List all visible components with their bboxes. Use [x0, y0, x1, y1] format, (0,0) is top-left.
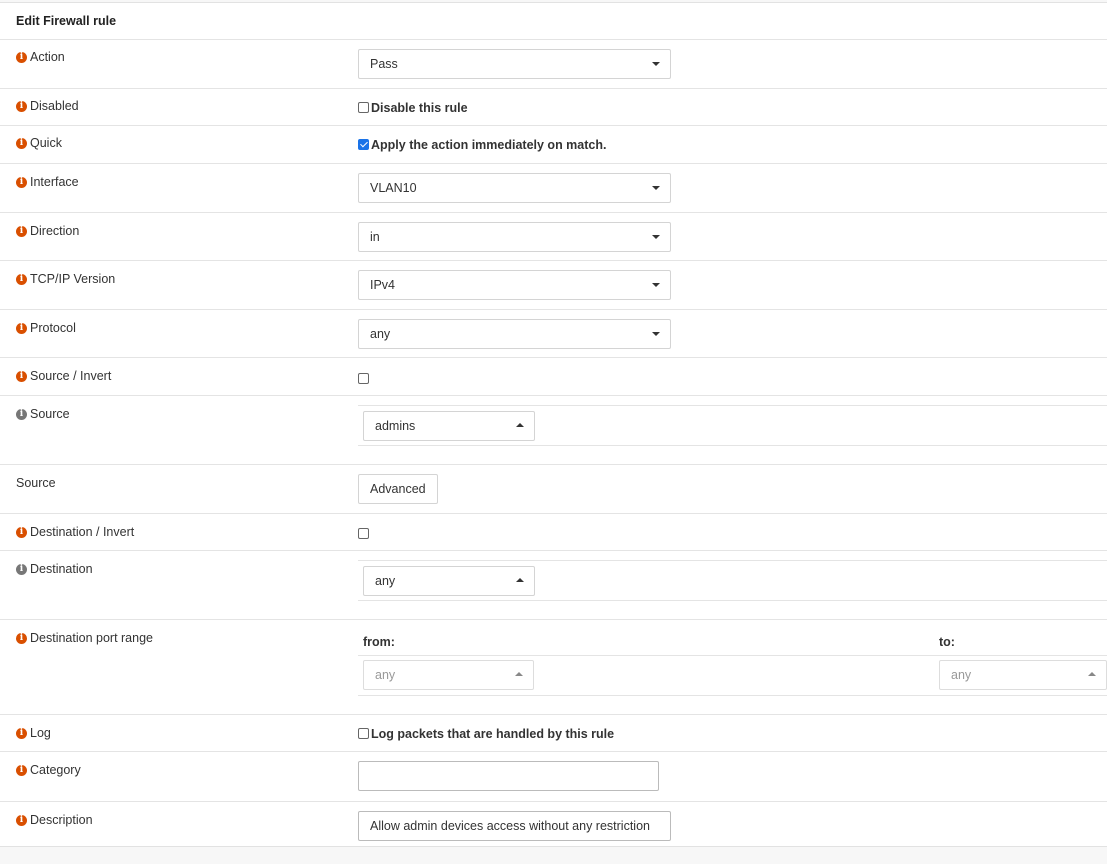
source-invert-checkbox[interactable] — [358, 373, 369, 385]
interface-select[interactable]: VLAN10 — [358, 173, 671, 203]
disable-rule-checkbox-label: Disable this rule — [371, 100, 468, 115]
row-source-invert: i Source / Invert — [0, 358, 1107, 396]
row-protocol: i Protocol any — [0, 310, 1107, 358]
to-port-select[interactable]: any — [939, 660, 1107, 690]
dest-port-range-label: Destination port range — [30, 631, 153, 645]
destination-value: any — [375, 574, 396, 588]
row-source: i Source admins — [0, 396, 1107, 465]
source-advanced-label: Source — [16, 476, 56, 490]
row-interface: i Interface VLAN10 — [0, 164, 1107, 213]
info-icon[interactable]: i — [16, 225, 27, 237]
source-invert-label: Source / Invert — [30, 369, 112, 383]
category-input[interactable] — [358, 761, 659, 791]
info-icon[interactable]: i — [16, 370, 27, 382]
panel-title: Edit Firewall rule — [0, 3, 1107, 40]
direction-label: Direction — [30, 224, 80, 238]
from-port-select[interactable]: any — [363, 660, 534, 690]
info-icon[interactable]: i — [16, 526, 27, 538]
info-icon[interactable]: i — [16, 632, 27, 644]
row-ipversion: i TCP/IP Version IPv4 — [0, 261, 1107, 310]
interface-label: Interface — [30, 175, 79, 189]
info-icon[interactable]: i — [16, 176, 27, 188]
caret-down-icon — [652, 332, 660, 336]
info-icon[interactable]: i — [16, 322, 27, 334]
quick-checkbox-label: Apply the action immediately on match. — [371, 137, 607, 152]
info-icon[interactable]: i — [16, 764, 27, 776]
log-label: Log — [30, 726, 51, 740]
source-value: admins — [375, 419, 416, 433]
destination-select[interactable]: any — [363, 566, 535, 596]
action-label: Action — [30, 50, 65, 64]
row-destination-port-range: i Destination port range from: to: any an… — [0, 620, 1107, 715]
source-select[interactable]: admins — [363, 411, 535, 441]
info-icon[interactable]: i — [16, 273, 27, 285]
disable-rule-checkbox[interactable] — [358, 102, 369, 114]
caret-down-icon — [652, 235, 660, 239]
log-checkbox[interactable] — [358, 728, 369, 740]
disabled-label: Disabled — [30, 99, 79, 113]
row-action: i Action Pass — [0, 40, 1107, 89]
row-destination: i Destination any — [0, 551, 1107, 620]
action-select[interactable]: Pass — [358, 49, 671, 79]
description-input[interactable]: Allow admin devices access without any r… — [358, 811, 671, 841]
advanced-button[interactable]: Advanced — [358, 474, 438, 504]
row-description: i Description Allow admin devices access … — [0, 802, 1107, 848]
ipversion-value: IPv4 — [370, 278, 396, 292]
port-range-subbox: any any — [358, 655, 1107, 696]
ipversion-label: TCP/IP Version — [30, 272, 116, 286]
from-label: from: — [363, 635, 395, 649]
caret-up-icon — [515, 672, 523, 676]
row-category: i Category — [0, 752, 1107, 802]
interface-value: VLAN10 — [370, 181, 417, 195]
info-icon[interactable]: i — [16, 100, 27, 112]
caret-up-icon — [516, 423, 524, 427]
caret-down-icon — [652, 283, 660, 287]
source-label: Source — [30, 407, 70, 421]
caret-down-icon — [652, 62, 660, 66]
quick-label: Quick — [30, 136, 62, 150]
to-port-value: any — [951, 668, 972, 682]
caret-up-icon — [516, 578, 524, 582]
row-log: i Log Log packets that are handled by thi… — [0, 715, 1107, 752]
row-source-advanced: Source Advanced — [0, 465, 1107, 514]
row-disabled: i Disabled Disable this rule — [0, 89, 1107, 126]
destination-invert-checkbox[interactable] — [358, 528, 369, 540]
info-icon[interactable]: i — [16, 408, 27, 420]
firewall-rule-panel: Edit Firewall rule i Action Pass i Disable… — [0, 2, 1107, 847]
protocol-label: Protocol — [30, 321, 76, 335]
description-label: Description — [30, 813, 93, 827]
protocol-select[interactable]: any — [358, 319, 671, 349]
caret-down-icon — [652, 186, 660, 190]
protocol-value: any — [370, 327, 391, 341]
info-icon[interactable]: i — [16, 814, 27, 826]
to-label: to: — [939, 635, 955, 649]
category-label: Category — [30, 763, 81, 777]
destination-invert-label: Destination / Invert — [30, 525, 135, 539]
source-subbox: admins — [358, 405, 1107, 446]
log-checkbox-label: Log packets that are handled by this rul… — [371, 726, 615, 741]
from-port-value: any — [375, 668, 396, 682]
caret-up-icon — [1088, 672, 1096, 676]
destination-label: Destination — [30, 562, 93, 576]
row-direction: i Direction in — [0, 213, 1107, 261]
direction-select[interactable]: in — [358, 222, 671, 252]
action-value: Pass — [370, 57, 398, 71]
direction-value: in — [370, 230, 380, 244]
info-icon[interactable]: i — [16, 51, 27, 63]
quick-checkbox[interactable] — [358, 139, 369, 151]
destination-subbox: any — [358, 560, 1107, 601]
ipversion-select[interactable]: IPv4 — [358, 270, 671, 300]
info-icon[interactable]: i — [16, 727, 27, 739]
row-quick: i Quick Apply the action immediately on m… — [0, 126, 1107, 164]
info-icon[interactable]: i — [16, 563, 27, 575]
info-icon[interactable]: i — [16, 137, 27, 149]
row-destination-invert: i Destination / Invert — [0, 514, 1107, 551]
